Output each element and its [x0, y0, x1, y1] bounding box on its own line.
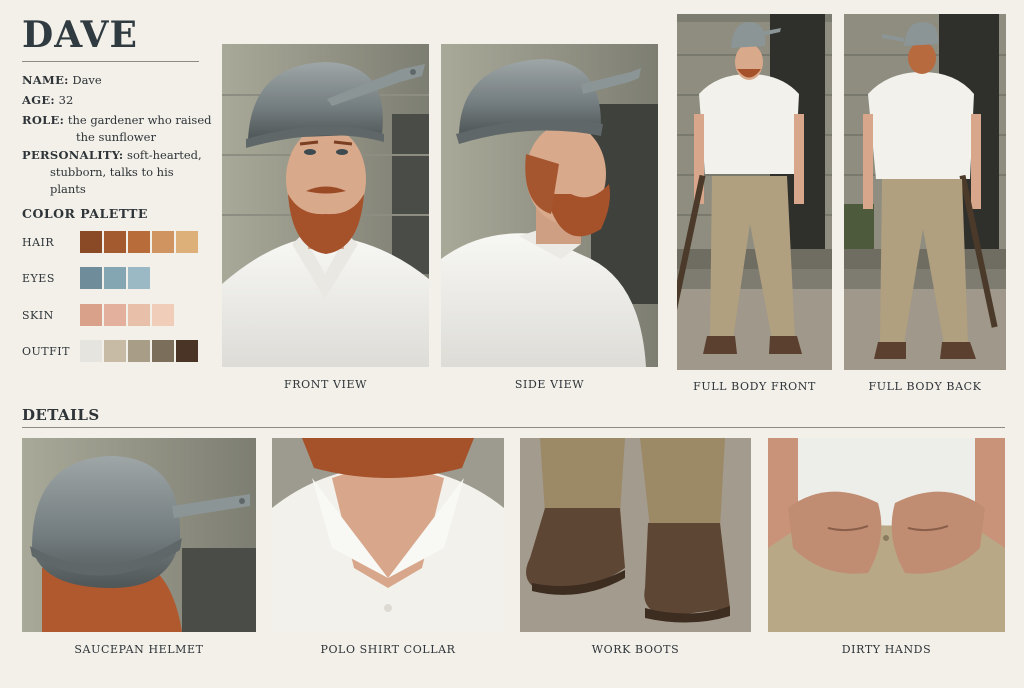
palette-row-hair: HAIR [22, 230, 200, 254]
name-value: Dave [72, 73, 102, 87]
role-value-line1: the gardener who raised [67, 113, 212, 127]
saucepan-helmet-image [22, 438, 256, 632]
color-swatch [176, 340, 198, 362]
color-swatch [80, 231, 102, 253]
color-swatch [104, 340, 126, 362]
palette-title: COLOR PALETTE [22, 206, 148, 221]
info-role: ROLE: the gardener who raised the sunflo… [22, 112, 212, 146]
info-age: AGE: 32 [22, 92, 212, 109]
role-value-line2: the sunflower [76, 130, 156, 144]
palette-row-label: EYES [22, 271, 55, 285]
details-divider [22, 427, 1005, 428]
palette-row-label: SKIN [22, 308, 54, 322]
polo-collar-caption: POLO SHIRT COLLAR [320, 643, 456, 656]
palette-row-label: HAIR [22, 235, 55, 249]
personality-value-line1: soft-hearted, [127, 148, 202, 162]
saucepan-helmet-illustration [22, 438, 256, 632]
dirty-hands-image [768, 438, 1005, 632]
polo-collar-illustration [272, 438, 504, 632]
palette-row-outfit: OUTFIT [22, 339, 200, 363]
full-body-front-caption: FULL BODY FRONT [693, 380, 816, 393]
work-boots-image [520, 438, 751, 632]
dirty-hands-illustration [768, 438, 1005, 632]
color-swatch [104, 304, 126, 326]
full-body-back-image [844, 14, 1006, 370]
full-body-front-illustration [677, 14, 832, 370]
palette-row-label: OUTFIT [22, 344, 70, 358]
front-view-illustration [222, 44, 429, 367]
personality-label: PERSONALITY: [22, 148, 124, 162]
dirty-hands-caption: DIRTY HANDS [841, 643, 932, 656]
palette-row-eyes: EYES [22, 266, 152, 290]
color-swatch [104, 231, 126, 253]
color-swatch [152, 231, 174, 253]
info-personality: PERSONALITY: soft-hearted, stubborn, tal… [22, 147, 212, 198]
side-view-caption: SIDE VIEW [514, 378, 585, 391]
polo-collar-image [272, 438, 504, 632]
side-view-illustration [441, 44, 658, 367]
full-body-back-caption: FULL BODY BACK [868, 380, 982, 393]
front-view-image [222, 44, 429, 367]
color-swatch [128, 231, 150, 253]
age-label: AGE: [22, 93, 55, 107]
color-swatch [128, 267, 150, 289]
work-boots-caption: WORK BOOTS [591, 643, 680, 656]
color-swatch [80, 304, 102, 326]
color-swatch [128, 304, 150, 326]
color-swatch [104, 267, 126, 289]
personality-value-line2: stubborn, talks to his plants [50, 165, 174, 196]
full-body-back-illustration [844, 14, 1006, 370]
palette-row-skin: SKIN [22, 303, 176, 327]
color-swatch [128, 340, 150, 362]
front-view-caption: FRONT VIEW [283, 378, 368, 391]
color-swatch [176, 231, 198, 253]
color-swatch [152, 304, 174, 326]
character-name-title: DAVE [22, 14, 138, 56]
info-name: NAME: Dave [22, 72, 212, 89]
full-body-front-image [677, 14, 832, 370]
title-divider [22, 61, 199, 62]
color-swatch [80, 340, 102, 362]
age-value: 32 [58, 93, 74, 107]
name-label: NAME: [22, 73, 69, 87]
color-swatch [152, 340, 174, 362]
work-boots-illustration [520, 438, 751, 632]
role-label: ROLE: [22, 113, 65, 127]
details-title: DETAILS [22, 406, 100, 424]
color-swatch [80, 267, 102, 289]
saucepan-helmet-caption: SAUCEPAN HELMET [74, 643, 204, 656]
side-view-image [441, 44, 658, 367]
